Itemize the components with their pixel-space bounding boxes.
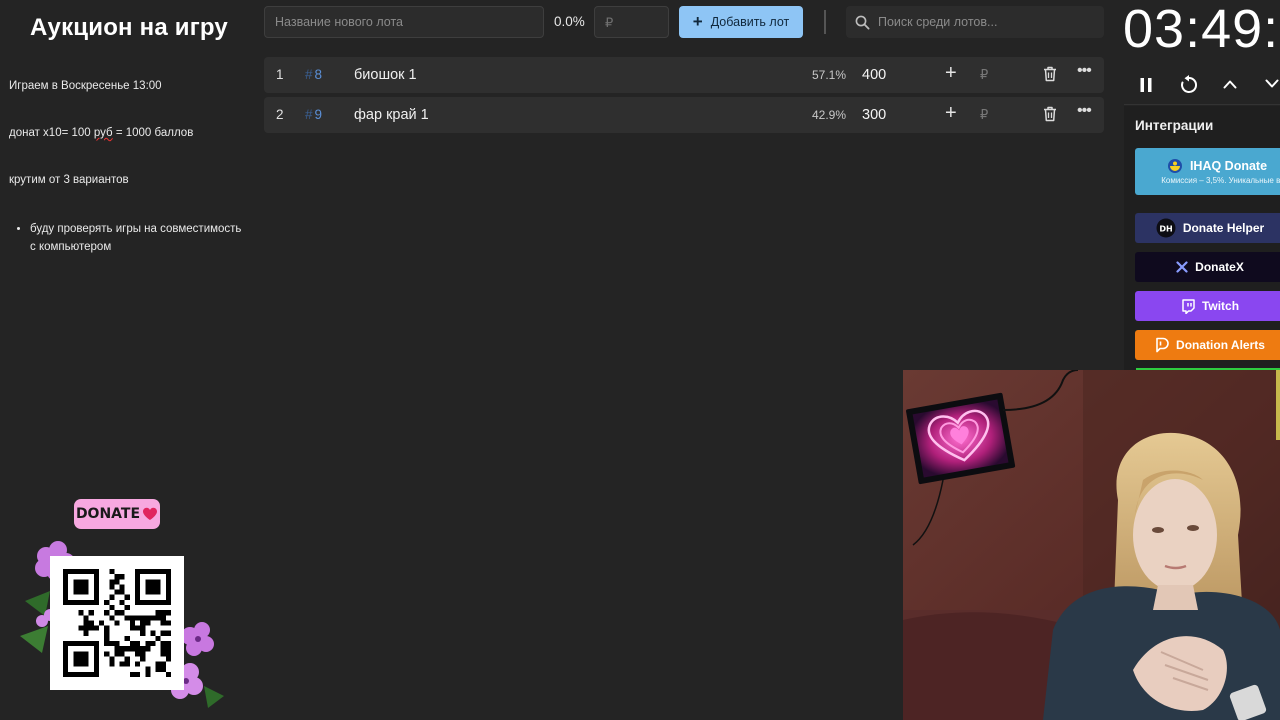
schedule-note: Играем в Воскресенье 13:00 xyxy=(9,80,162,92)
pause-icon[interactable] xyxy=(1139,77,1153,93)
donate-qr-widget: DONATE xyxy=(20,496,225,708)
donate-rate-note: донат x10= 100 руб = 1000 баллов xyxy=(9,127,193,139)
svg-text:DH: DH xyxy=(1159,225,1172,234)
toolbar-divider xyxy=(824,10,826,34)
donate-qr-code[interactable] xyxy=(50,556,184,690)
list-item: буду проверять игры на совместимость с к… xyxy=(30,220,250,256)
donate-helper-label: Donate Helper xyxy=(1182,221,1265,235)
donate-helper-button[interactable]: DH Donate Helper xyxy=(1135,213,1280,243)
plus-icon: + xyxy=(692,11,703,31)
add-amount-button[interactable]: + xyxy=(945,103,957,123)
page-title: Аукцион на игру xyxy=(30,14,228,41)
timer-controls xyxy=(1128,70,1280,100)
countdown-timer[interactable]: 03:49:8 xyxy=(1123,0,1280,60)
lot-row: 1 #8 биошок 1 57.1% 400 + ₽ ••• xyxy=(264,57,1104,93)
more-options-icon[interactable]: ••• xyxy=(1077,62,1092,80)
add-lot-label: Добавить лот xyxy=(710,15,790,29)
lot-amount[interactable]: 300 xyxy=(862,107,886,123)
lot-amount[interactable]: 400 xyxy=(862,67,886,83)
donate-rate-text-end: = 1000 баллов xyxy=(112,127,194,139)
lot-id[interactable]: #8 xyxy=(305,67,322,82)
new-lot-percent: 0.0% xyxy=(554,14,585,29)
reset-icon[interactable] xyxy=(1179,75,1199,95)
ihaq-subtitle: Комиссия – 3,5%. Уникальные ви xyxy=(1161,176,1280,185)
webcam-image xyxy=(903,370,1280,720)
trash-icon[interactable] xyxy=(1043,106,1057,122)
donation-alerts-label: Donation Alerts xyxy=(1176,338,1265,352)
donatex-logo-icon xyxy=(1176,261,1188,273)
ihaq-donate-button[interactable]: IHAQ Donate Комиссия – 3,5%. Уникальные … xyxy=(1135,148,1280,195)
donation-alerts-icon xyxy=(1156,337,1169,353)
spin-note: крутим от 3 вариантов xyxy=(9,174,129,186)
heart-icon xyxy=(143,507,158,520)
lot-currency-input[interactable]: ₽ xyxy=(980,67,988,83)
donate-helper-logo-icon: DH xyxy=(1156,218,1176,238)
trash-icon[interactable] xyxy=(1043,66,1057,82)
chevron-down-icon[interactable] xyxy=(1265,79,1279,89)
ihaq-label: IHAQ Donate xyxy=(1189,159,1268,173)
donate-badge[interactable]: DONATE xyxy=(74,499,160,529)
twitch-button[interactable]: Twitch xyxy=(1135,291,1280,321)
twitch-icon xyxy=(1182,298,1195,314)
lot-name[interactable]: фар край 1 xyxy=(354,107,429,123)
more-options-icon[interactable]: ••• xyxy=(1077,102,1092,120)
add-lot-button[interactable]: + Добавить лот xyxy=(679,6,803,38)
panel-divider xyxy=(1124,104,1280,105)
lot-id-number: 8 xyxy=(314,67,323,82)
add-amount-button[interactable]: + xyxy=(945,63,957,83)
search-input[interactable] xyxy=(876,14,1096,30)
qr-code-icon xyxy=(63,569,171,677)
new-lot-name-input[interactable] xyxy=(264,6,544,38)
notes-list: буду проверять игры на совместимость с к… xyxy=(14,220,250,256)
lot-index: 2 xyxy=(276,107,284,122)
lot-percent: 57.1% xyxy=(811,68,846,82)
new-lot-amount-input[interactable] xyxy=(594,6,669,38)
donatex-button[interactable]: DonateX xyxy=(1135,252,1280,282)
chevron-up-icon[interactable] xyxy=(1223,79,1237,89)
donate-rate-text-start: донат x10= 100 xyxy=(9,127,94,139)
lot-currency-input[interactable]: ₽ xyxy=(980,107,988,123)
search-icon xyxy=(855,15,870,30)
hash-icon: # xyxy=(305,107,313,122)
ihaq-logo-icon xyxy=(1167,159,1182,173)
lot-name[interactable]: биошок 1 xyxy=(354,67,417,83)
left-info-panel: Аукцион на игру Играем в Воскресенье 13:… xyxy=(0,0,255,720)
donate-badge-label: DONATE xyxy=(75,506,141,522)
donatex-label: DonateX xyxy=(1195,260,1244,274)
webcam-feed xyxy=(903,370,1280,720)
lot-id[interactable]: #9 xyxy=(305,107,322,122)
lot-index: 1 xyxy=(276,67,284,82)
webcam-border-side xyxy=(1276,370,1280,440)
hash-icon: # xyxy=(305,67,313,82)
lot-id-number: 9 xyxy=(314,107,323,122)
donate-rate-currency: руб xyxy=(93,127,113,139)
lot-row: 2 #9 фар край 1 42.9% 300 + ₽ ••• xyxy=(264,97,1104,133)
lot-percent: 42.9% xyxy=(811,108,846,122)
twitch-label: Twitch xyxy=(1201,299,1240,313)
integrations-title: Интеграции xyxy=(1135,118,1214,133)
donation-alerts-button[interactable]: Donation Alerts xyxy=(1135,330,1280,360)
lot-search-box[interactable] xyxy=(846,6,1104,38)
